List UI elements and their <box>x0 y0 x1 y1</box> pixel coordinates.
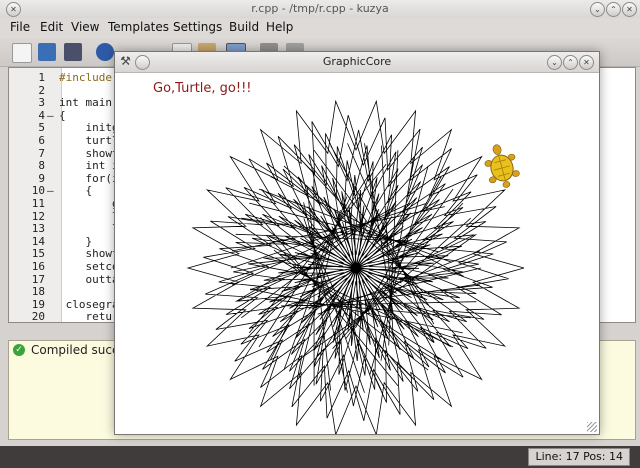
code-line: for(i <box>59 171 119 185</box>
resize-grip-icon[interactable] <box>587 422 597 432</box>
line-number: 12 <box>31 209 45 223</box>
code-line: #include <box>59 71 112 84</box>
code-line: retur <box>59 310 119 323</box>
save-icon[interactable] <box>64 43 82 61</box>
line-number: 6 <box>38 134 45 147</box>
code-line: setco <box>59 260 119 273</box>
maximize-icon[interactable]: ⌃ <box>563 55 578 70</box>
menu-templates[interactable]: Templates <box>108 20 169 34</box>
greeting-text: Go,Turtle, go!!! <box>153 81 252 96</box>
line-number: 19 <box>31 297 45 311</box>
graphic-title: GraphicCore <box>322 55 392 68</box>
code-line: g <box>59 197 119 210</box>
line-number: 13 <box>31 222 45 236</box>
code-line: int i <box>59 159 119 173</box>
line-number: 9 <box>38 171 45 185</box>
line-number: 15 <box>31 247 45 261</box>
menu-file[interactable]: File <box>10 20 30 34</box>
line-number: 10 <box>31 184 45 198</box>
code-line: l <box>59 222 119 236</box>
line-number: 16 <box>31 260 45 273</box>
fold-marker-icon[interactable]: – <box>47 109 54 122</box>
code-line: l <box>59 209 119 223</box>
undo-icon[interactable] <box>96 43 114 61</box>
code-line: initg <box>59 121 119 135</box>
turtle-drawing <box>186 99 525 437</box>
line-number: 5 <box>38 121 45 135</box>
line-number: 8 <box>38 159 45 173</box>
code-line: { <box>59 108 66 122</box>
turtle-canvas <box>115 73 599 437</box>
window-title: r.cpp - /tmp/r.cpp - kuzya <box>251 2 389 15</box>
menu-settings[interactable]: Settings <box>173 20 222 34</box>
main-titlebar: ✕ r.cpp - /tmp/r.cpp - kuzya ⌄ ⌃ ✕ <box>0 0 640 19</box>
menubar: File Edit View Templates Settings Build … <box>0 18 640 38</box>
new-file-icon[interactable] <box>12 43 32 63</box>
code-line: showt <box>59 146 119 160</box>
minimize-icon[interactable]: ⌄ <box>547 55 562 70</box>
code-line: { <box>59 184 93 198</box>
fold-marker-icon[interactable]: – <box>47 184 54 197</box>
menu-help[interactable]: Help <box>266 20 293 34</box>
code-line: int main( <box>59 96 119 110</box>
line-number: 17 <box>31 272 45 286</box>
line-number: 7 <box>38 146 45 160</box>
turtle-icon <box>484 144 520 188</box>
code-line: turtl <box>59 134 119 147</box>
line-number: 20 <box>31 310 45 323</box>
line-number: 4 <box>38 108 45 122</box>
close-icon[interactable]: ✕ <box>579 55 594 70</box>
minimize-icon[interactable]: ⌄ <box>590 2 605 17</box>
graphic-window[interactable]: ⚒ GraphicCore ⌄ ⌃ ✕ Go,Turtle, go!!! <box>114 51 600 437</box>
line-number: 11 <box>31 197 45 210</box>
success-icon: ✓ <box>13 344 25 356</box>
maximize-icon[interactable]: ⌃ <box>606 2 621 17</box>
open-file-icon[interactable] <box>38 43 56 61</box>
menu-edit[interactable]: Edit <box>40 20 63 34</box>
code-line: outta <box>59 272 119 286</box>
spiral-star-path <box>186 99 525 437</box>
line-number: 14 <box>31 234 45 248</box>
graphic-titlebar[interactable]: ⚒ GraphicCore ⌄ ⌃ ✕ <box>115 52 599 73</box>
code-line: showt <box>59 247 119 261</box>
line-number: 3 <box>38 96 45 110</box>
close-icon[interactable]: ✕ <box>622 2 637 17</box>
menu-view[interactable]: View <box>71 20 99 34</box>
line-number: 1 <box>38 71 45 84</box>
code-line: } <box>59 234 93 248</box>
menu-build[interactable]: Build <box>229 20 259 34</box>
code-line: closegra <box>59 297 119 311</box>
statusbar: Line: 17 Pos: 14 <box>0 446 640 468</box>
cursor-position: Line: 17 Pos: 14 <box>528 448 630 466</box>
line-number: 2 <box>38 83 45 97</box>
line-number: 18 <box>31 285 45 299</box>
